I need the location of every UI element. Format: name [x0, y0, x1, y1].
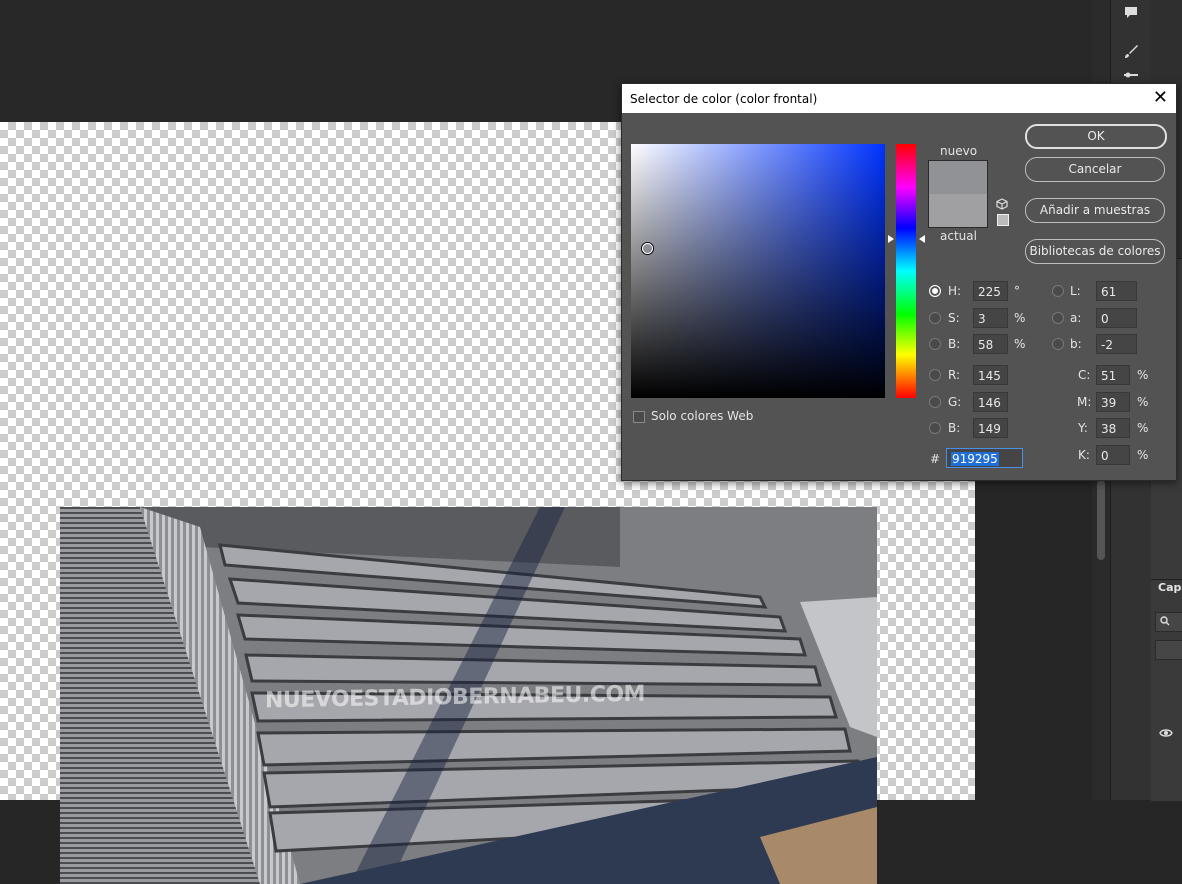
dialog-title: Selector de color (color frontal)	[630, 92, 818, 106]
hex-field[interactable]: 919295	[946, 448, 1023, 468]
s-field[interactable]: 3	[973, 308, 1008, 328]
saturation-brightness-field[interactable]	[631, 144, 885, 398]
hue-slider[interactable]	[896, 144, 916, 398]
c-unit: %	[1137, 368, 1149, 382]
layers-panel-title[interactable]: Capa	[1158, 581, 1182, 594]
lab-b-field[interactable]: -2	[1096, 334, 1137, 354]
web-colors-checkbox[interactable]	[633, 411, 645, 423]
g-label: G:	[948, 395, 962, 409]
current-color-label: actual	[940, 229, 977, 243]
c-field[interactable]: 51	[1096, 365, 1130, 385]
k-field[interactable]: 0	[1096, 445, 1130, 465]
speech-bubble-icon[interactable]	[1119, 0, 1143, 24]
brightness-field[interactable]: 58	[973, 334, 1008, 354]
radio-lab-b[interactable]	[1052, 338, 1064, 350]
c-label: C:	[1078, 368, 1091, 382]
b-label: B:	[948, 337, 961, 351]
ok-button[interactable]: OK	[1025, 124, 1167, 149]
web-safe-icon[interactable]	[997, 214, 1009, 226]
b-unit: %	[1014, 337, 1026, 351]
close-icon[interactable]: ✕	[1153, 88, 1168, 108]
r-field[interactable]: 145	[973, 365, 1008, 385]
cancel-button[interactable]: Cancelar	[1025, 157, 1165, 182]
radio-r[interactable]	[929, 369, 941, 381]
hue-slider-arrow-right[interactable]	[919, 235, 925, 243]
brush-icon[interactable]	[1119, 40, 1143, 64]
eye-icon[interactable]	[1159, 727, 1173, 741]
color-picker-dialog: Selector de color (color frontal) ✕ nuev…	[621, 83, 1177, 481]
m-unit: %	[1137, 395, 1149, 409]
g-field[interactable]: 146	[973, 392, 1008, 412]
dialog-titlebar[interactable]: Selector de color (color frontal) ✕	[622, 84, 1176, 113]
web-colors-label: Solo colores Web	[651, 409, 754, 423]
current-color-swatch[interactable]	[928, 194, 988, 228]
y-field[interactable]: 38	[1096, 418, 1130, 438]
s-label: S:	[948, 311, 960, 325]
panel-scrollbar-thumb[interactable]	[1097, 480, 1105, 560]
hex-label: #	[930, 452, 941, 466]
new-color-label: nuevo	[940, 144, 978, 158]
h-unit: °	[1014, 284, 1020, 298]
blend-mode-select[interactable]	[1155, 640, 1182, 660]
radio-s[interactable]	[929, 312, 941, 324]
radio-h[interactable]	[929, 285, 941, 297]
a-label: a:	[1070, 311, 1082, 325]
blue-field[interactable]: 149	[973, 418, 1008, 438]
radio-l[interactable]	[1052, 285, 1064, 297]
h-label: H:	[948, 284, 962, 298]
blue-label: B:	[948, 421, 961, 435]
radio-b[interactable]	[929, 338, 941, 350]
lab-b-label: b:	[1070, 337, 1082, 351]
new-color-swatch	[928, 160, 988, 194]
add-to-swatches-button[interactable]: Añadir a muestras	[1025, 198, 1165, 223]
stadium-roof-photo: NUEVOESTADIOBERNABEU.COM	[60, 507, 877, 884]
l-field[interactable]: 61	[1096, 281, 1137, 301]
l-label: L:	[1070, 284, 1081, 298]
a-field[interactable]: 0	[1096, 308, 1137, 328]
hex-value: 919295	[951, 452, 999, 466]
k-label: K:	[1078, 448, 1090, 462]
layers-search-field[interactable]	[1155, 612, 1182, 632]
cube-icon[interactable]	[996, 198, 1008, 213]
k-unit: %	[1137, 448, 1149, 462]
color-libraries-button[interactable]: Bibliotecas de colores	[1025, 239, 1165, 264]
h-field[interactable]: 225	[973, 281, 1008, 301]
search-icon	[1160, 616, 1170, 626]
color-cursor[interactable]	[642, 243, 653, 254]
s-unit: %	[1014, 311, 1026, 325]
y-label: Y:	[1078, 421, 1088, 435]
y-unit: %	[1137, 421, 1149, 435]
r-label: R:	[948, 368, 961, 382]
m-label: M:	[1077, 395, 1092, 409]
radio-blue[interactable]	[929, 422, 941, 434]
radio-g[interactable]	[929, 396, 941, 408]
m-field[interactable]: 39	[1096, 392, 1130, 412]
radio-a[interactable]	[1052, 312, 1064, 324]
hue-slider-arrow-left[interactable]	[888, 235, 894, 243]
